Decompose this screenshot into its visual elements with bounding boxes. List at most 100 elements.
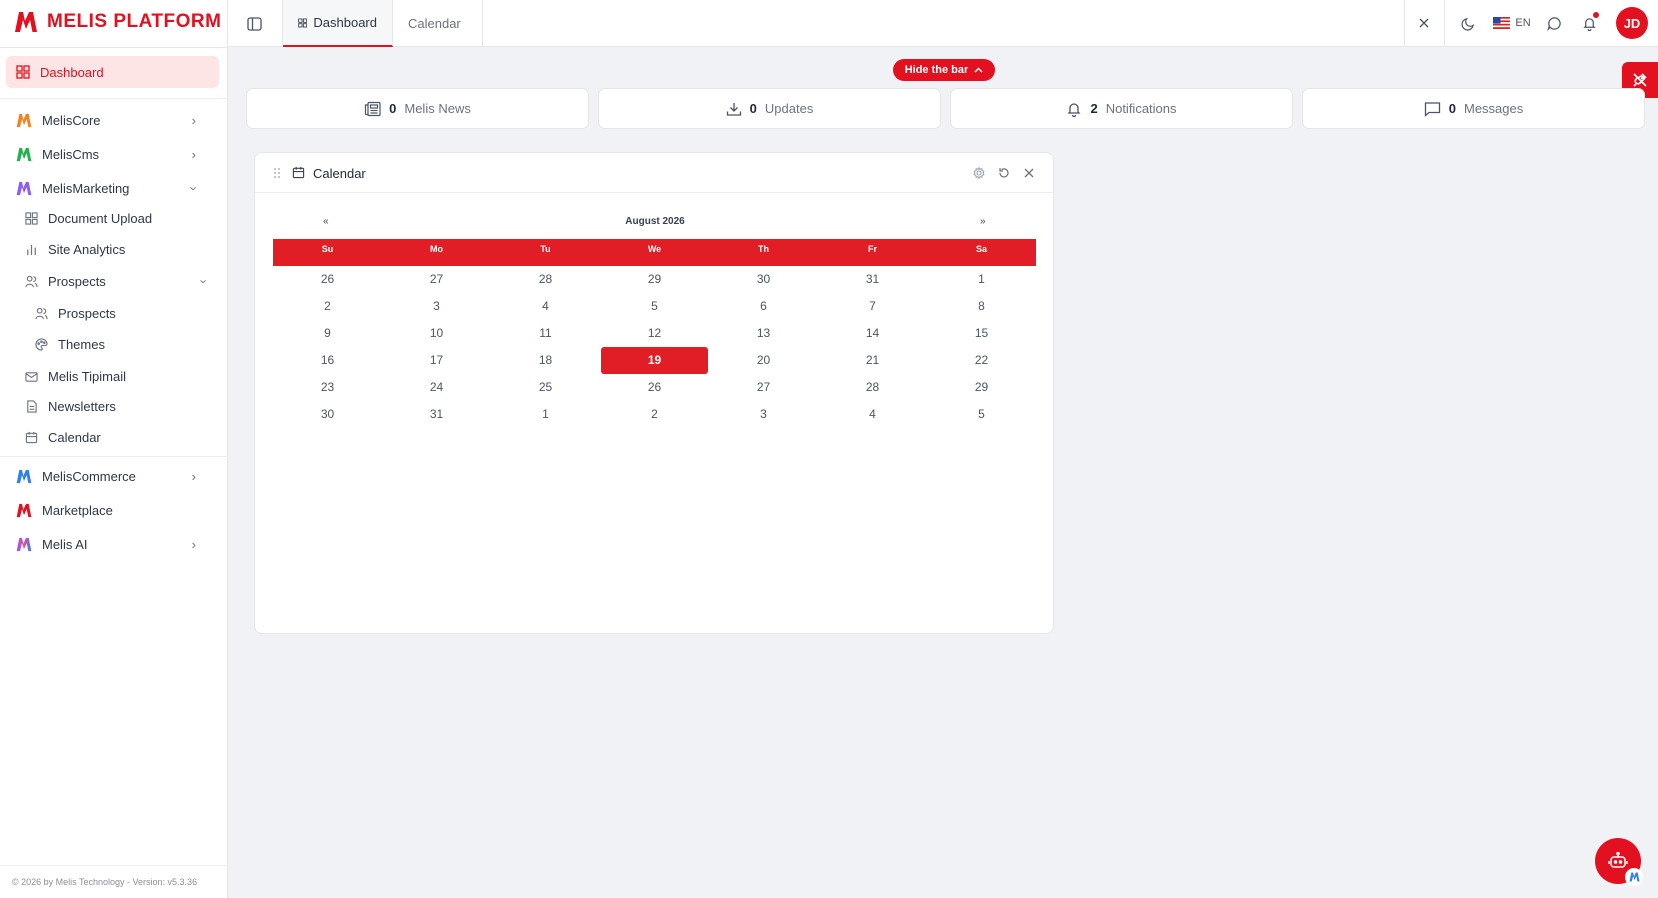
- stat-messages[interactable]: 0 Messages: [1302, 88, 1645, 129]
- sidebar-item-label: Marketplace: [42, 502, 113, 518]
- chevron-down-icon: ›: [186, 185, 202, 191]
- calendar-day[interactable]: 5: [600, 293, 709, 320]
- calendar-day[interactable]: 29: [600, 266, 709, 293]
- calendar-day[interactable]: 27: [709, 374, 818, 401]
- calendar-day[interactable]: 22: [927, 347, 1036, 374]
- sidebar-item-dashboard[interactable]: Dashboard: [6, 56, 219, 88]
- bar-chart-icon: [27, 244, 36, 256]
- drag-handle-icon[interactable]: [273, 167, 281, 179]
- close-all-tabs-button[interactable]: [1414, 13, 1434, 33]
- calendar-day[interactable]: 30: [273, 401, 382, 428]
- calendar-day[interactable]: 28: [818, 374, 927, 401]
- weekday-label: Tu: [540, 244, 551, 254]
- notifications-button[interactable]: [1578, 12, 1600, 34]
- calendar-day[interactable]: 6: [709, 293, 818, 320]
- widget-refresh-button[interactable]: [996, 165, 1012, 181]
- chevron-right-icon: ›: [191, 146, 196, 162]
- calendar-day[interactable]: 30: [709, 266, 818, 293]
- calendar-day[interactable]: 1: [927, 266, 1036, 293]
- calendar-day[interactable]: 4: [818, 401, 927, 428]
- widget-settings-button[interactable]: [971, 165, 987, 181]
- sidebar-item-prospects-group[interactable]: Prospects ›: [25, 274, 216, 289]
- calendar-day[interactable]: 5: [927, 401, 1036, 428]
- stat-label: Notifications: [1105, 101, 1177, 116]
- calendar-day-today[interactable]: 19: [600, 347, 709, 374]
- brand-logo[interactable]: MELIS PLATFORM: [14, 11, 221, 33]
- calendar-day[interactable]: 2: [600, 401, 709, 428]
- dark-mode-toggle[interactable]: [1457, 12, 1479, 34]
- stat-label: Melis News: [404, 101, 471, 116]
- sidebar-item-melismarketing[interactable]: MelisMarketing ›: [16, 179, 216, 197]
- calendar-day[interactable]: 11: [491, 320, 600, 347]
- sidebar-item-label: Dashboard: [40, 64, 104, 80]
- notification-dot: [1593, 12, 1599, 18]
- melis-logo-orange-icon: [16, 113, 32, 127]
- language-selector[interactable]: EN: [1492, 13, 1532, 33]
- sidebar-item-meliscommerce[interactable]: MelisCommerce ›: [16, 467, 216, 485]
- sidebar-toggle-button[interactable]: [242, 12, 266, 36]
- sidebar-item-meliscms[interactable]: MelisCms ›: [16, 145, 216, 163]
- stat-notifications[interactable]: 2 Notifications: [950, 88, 1293, 129]
- tab-calendar[interactable]: Calendar: [393, 0, 483, 47]
- calendar-day[interactable]: 29: [927, 374, 1036, 401]
- calendar-day[interactable]: 26: [600, 374, 709, 401]
- us-flag-icon: [1493, 17, 1511, 29]
- chat-button[interactable]: [1543, 12, 1565, 34]
- bell-icon: [1067, 102, 1082, 117]
- calendar-day[interactable]: 4: [491, 293, 600, 320]
- calendar-day[interactable]: 9: [273, 320, 382, 347]
- grid-icon: [16, 65, 30, 79]
- calendar-day[interactable]: 10: [382, 320, 491, 347]
- ai-assistant-button[interactable]: [1595, 838, 1643, 886]
- avatar[interactable]: JD: [1616, 7, 1648, 39]
- calendar-day[interactable]: 20: [709, 347, 818, 374]
- stat-melis-news[interactable]: 0 Melis News: [246, 88, 589, 129]
- calendar-day[interactable]: 27: [382, 266, 491, 293]
- sidebar-item-melis-tipimail[interactable]: Melis Tipimail: [25, 369, 126, 384]
- calendar-day[interactable]: 14: [818, 320, 927, 347]
- calendar-day[interactable]: 7: [818, 293, 927, 320]
- calendar-day[interactable]: 16: [273, 347, 382, 374]
- grid-icon: [25, 212, 38, 225]
- sidebar-item-document-upload[interactable]: Document Upload: [25, 211, 152, 226]
- widget-close-button[interactable]: [1021, 165, 1037, 181]
- sidebar-item-meliscore[interactable]: MelisCore ›: [16, 111, 216, 129]
- sidebar-item-prospects[interactable]: Prospects: [35, 306, 116, 321]
- hide-bar-button[interactable]: Hide the bar: [893, 59, 995, 81]
- calendar-day[interactable]: 21: [818, 347, 927, 374]
- calendar-day[interactable]: 18: [491, 347, 600, 374]
- calendar-day[interactable]: 17: [382, 347, 491, 374]
- calendar-day[interactable]: 1: [491, 401, 600, 428]
- stat-updates[interactable]: 0 Updates: [598, 88, 941, 129]
- sidebar-item-calendar[interactable]: Calendar: [25, 430, 101, 445]
- calendar-next-button[interactable]: »: [980, 216, 986, 227]
- sidebar: MELIS PLATFORM Dashboard MelisCore › Mel…: [0, 0, 228, 898]
- calendar-day[interactable]: 23: [273, 374, 382, 401]
- calendar-day[interactable]: 2: [273, 293, 382, 320]
- sidebar-item-label: Melis Tipimail: [48, 369, 127, 384]
- calendar-day[interactable]: 3: [709, 401, 818, 428]
- sidebar-item-label: MelisMarketing: [42, 180, 130, 196]
- calendar-month-label[interactable]: August 2026: [255, 216, 1055, 227]
- sidebar-item-marketplace[interactable]: Marketplace: [16, 501, 216, 519]
- sidebar-divider: [0, 98, 228, 99]
- calendar-day[interactable]: 8: [927, 293, 1036, 320]
- calendar-day[interactable]: 25: [491, 374, 600, 401]
- sidebar-item-melis-ai[interactable]: Melis AI ›: [16, 535, 216, 553]
- sidebar-item-themes[interactable]: Themes: [35, 337, 105, 352]
- sidebar-item-newsletters[interactable]: Newsletters: [25, 399, 116, 414]
- calendar-day[interactable]: 31: [818, 266, 927, 293]
- weekday-label: We: [647, 244, 662, 254]
- calendar-day[interactable]: 31: [382, 401, 491, 428]
- message-icon: [1424, 101, 1440, 117]
- topbar-divider: [1404, 0, 1405, 47]
- calendar-day[interactable]: 28: [491, 266, 600, 293]
- calendar-day[interactable]: 26: [273, 266, 382, 293]
- calendar-day[interactable]: 24: [382, 374, 491, 401]
- calendar-day[interactable]: 13: [709, 320, 818, 347]
- calendar-day[interactable]: 15: [927, 320, 1036, 347]
- tab-dashboard[interactable]: Dashboard: [283, 0, 393, 47]
- calendar-day[interactable]: 12: [600, 320, 709, 347]
- calendar-day[interactable]: 3: [382, 293, 491, 320]
- sidebar-item-site-analytics[interactable]: Site Analytics: [25, 242, 125, 257]
